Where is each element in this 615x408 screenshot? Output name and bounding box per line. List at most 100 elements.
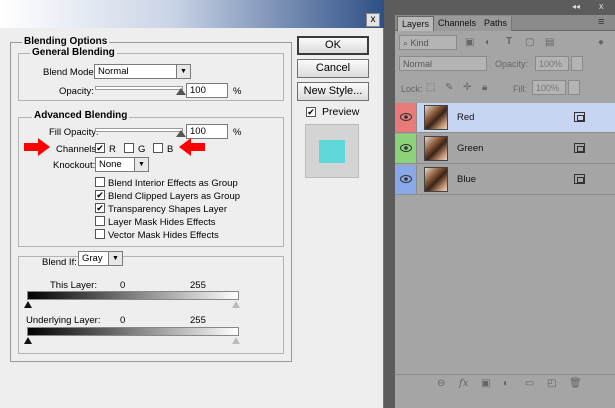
trash-icon[interactable]: 🗑︎ (569, 378, 582, 389)
underlying-layer-label: Underlying Layer: (26, 315, 101, 326)
underlying-layer-max: 255 (190, 315, 206, 326)
option-checkbox[interactable] (95, 216, 105, 226)
channel-g-label: G (138, 144, 146, 155)
close-button[interactable]: x (366, 13, 380, 27)
pixel-filter-icon[interactable]: ▣ (465, 37, 474, 48)
layer-opacity-dropdown[interactable] (571, 56, 583, 71)
this-layer-white-handle[interactable] (232, 301, 240, 308)
channel-g-checkbox[interactable] (124, 143, 134, 153)
underlying-layer-black-handle[interactable] (24, 337, 32, 344)
adjustment-layer-icon[interactable]: ◐ (503, 378, 509, 389)
new-group-icon[interactable]: ▭ (525, 378, 534, 389)
underlying-layer-white-handle[interactable] (232, 337, 240, 344)
fill-opacity-label: Fill Opacity: (49, 127, 99, 138)
layer-visibility-toggle[interactable] (395, 103, 417, 132)
tab-channels[interactable]: Channels (434, 16, 482, 31)
layer-name[interactable]: Red (457, 112, 474, 123)
layer-visibility-toggle[interactable] (395, 134, 417, 163)
ok-button[interactable]: OK (297, 36, 369, 55)
link-icon[interactable]: ⊖ (437, 378, 445, 389)
preview-swatch (319, 140, 345, 163)
eye-icon (400, 144, 412, 152)
layer-thumbnail[interactable] (424, 136, 448, 161)
layer-thumbnail[interactable] (424, 105, 448, 130)
general-blending-heading: General Blending (30, 47, 117, 58)
opacity-input[interactable]: 100 (186, 83, 228, 98)
panel-menu-icon[interactable]: ≡ (598, 16, 604, 28)
channel-b-checkbox[interactable] (153, 143, 163, 153)
fill-dropdown[interactable] (568, 80, 580, 95)
lock-image-icon[interactable]: ✎ (445, 82, 453, 93)
opacity-slider-track[interactable] (95, 86, 183, 90)
preview-label: Preview (322, 106, 360, 118)
add-mask-icon[interactable]: ▣ (481, 378, 490, 389)
layer-row[interactable]: Blue (395, 165, 615, 195)
fill-opacity-slider-thumb[interactable] (176, 130, 186, 137)
layer-style-icon[interactable] (574, 174, 585, 184)
advanced-blending-heading: Advanced Blending (32, 110, 130, 121)
lock-transparent-icon[interactable]: ⬚ (426, 82, 435, 93)
blend-if-select[interactable]: Gray ▼ (78, 251, 123, 266)
layer-blend-mode-select[interactable]: Normal (399, 56, 487, 71)
layer-style-icon[interactable] (574, 112, 585, 122)
channel-b-label: B (167, 144, 174, 155)
lock-position-icon[interactable]: ✛ (463, 82, 471, 93)
blend-if-group (18, 256, 284, 354)
layer-visibility-toggle[interactable] (395, 165, 417, 194)
filter-kind-select[interactable]: ⌕ Kind (399, 35, 457, 50)
knockout-select[interactable]: None ▼ (95, 157, 149, 172)
panel-tabs: Layers Channels Paths ≡ (395, 15, 615, 31)
knockout-label: Knockout: (53, 160, 96, 171)
fill-input[interactable]: 100% (532, 80, 566, 95)
channel-r-checkbox[interactable]: ✔ (95, 143, 105, 153)
panel-close-icon[interactable]: x (599, 1, 604, 11)
this-layer-label: This Layer: (50, 280, 97, 291)
chevron-down-icon: ▼ (134, 158, 148, 171)
layer-name[interactable]: Blue (457, 174, 476, 185)
dialog-titlebar[interactable] (0, 0, 384, 28)
lock-all-icon[interactable]: 🔒︎ (482, 82, 487, 93)
blend-mode-select[interactable]: Normal ▼ (94, 64, 191, 79)
tab-layers[interactable]: Layers (397, 16, 435, 31)
option-checkbox[interactable]: ✔ (95, 190, 105, 200)
layer-blend-mode-value: Normal (403, 59, 433, 69)
type-filter-icon[interactable]: T (506, 36, 512, 47)
preview-checkbox[interactable]: ✔ (306, 107, 316, 117)
fill-opacity-unit: % (233, 127, 242, 138)
option-checkbox[interactable]: ✔ (95, 203, 105, 213)
layer-opacity-input[interactable]: 100% (535, 56, 569, 71)
cancel-button[interactable]: Cancel (297, 59, 369, 78)
layer-row[interactable]: Green (395, 134, 615, 164)
smart-object-filter-icon[interactable]: ▤ (545, 37, 554, 48)
channels-label: Channels: (56, 144, 99, 155)
panel-header: ◂◂ x (395, 0, 615, 15)
option-checkbox[interactable] (95, 229, 105, 239)
adjustment-filter-icon[interactable]: ◐ (485, 37, 491, 48)
fx-icon[interactable]: fx (459, 378, 468, 389)
layer-style-dialog: x Blending Options General Blending Blen… (0, 0, 384, 408)
fill-opacity-input[interactable]: 100 (186, 124, 228, 139)
option-label: Vector Mask Hides Effects (108, 230, 219, 241)
new-layer-icon[interactable]: ◰ (547, 378, 556, 389)
layer-thumbnail[interactable] (424, 167, 448, 192)
filter-kind-value: Kind (410, 38, 429, 48)
chevron-down-icon: ▼ (108, 252, 122, 265)
layer-name[interactable]: Green (457, 143, 483, 154)
blend-if-label: Blend If: (40, 257, 79, 268)
option-checkbox[interactable] (95, 177, 105, 187)
opacity-unit: % (233, 86, 242, 97)
tab-paths[interactable]: Paths (480, 16, 513, 31)
filter-toggle-icon[interactable]: ● (598, 37, 604, 48)
collapse-icon[interactable]: ◂◂ (572, 2, 580, 11)
underlying-layer-gradient (27, 327, 239, 336)
blend-if-value: Gray (82, 253, 103, 264)
opacity-slider-thumb[interactable] (176, 88, 186, 95)
blending-options-heading: Blending Options (22, 36, 110, 47)
layer-style-icon[interactable] (574, 143, 585, 153)
this-layer-black-handle[interactable] (24, 301, 32, 308)
fill-opacity-slider-track[interactable] (95, 128, 183, 132)
search-icon: ⌕ (403, 38, 411, 48)
new-style-button[interactable]: New Style... (297, 82, 369, 101)
shape-filter-icon[interactable]: ▢ (525, 37, 534, 48)
layer-row[interactable]: Red (395, 103, 615, 133)
